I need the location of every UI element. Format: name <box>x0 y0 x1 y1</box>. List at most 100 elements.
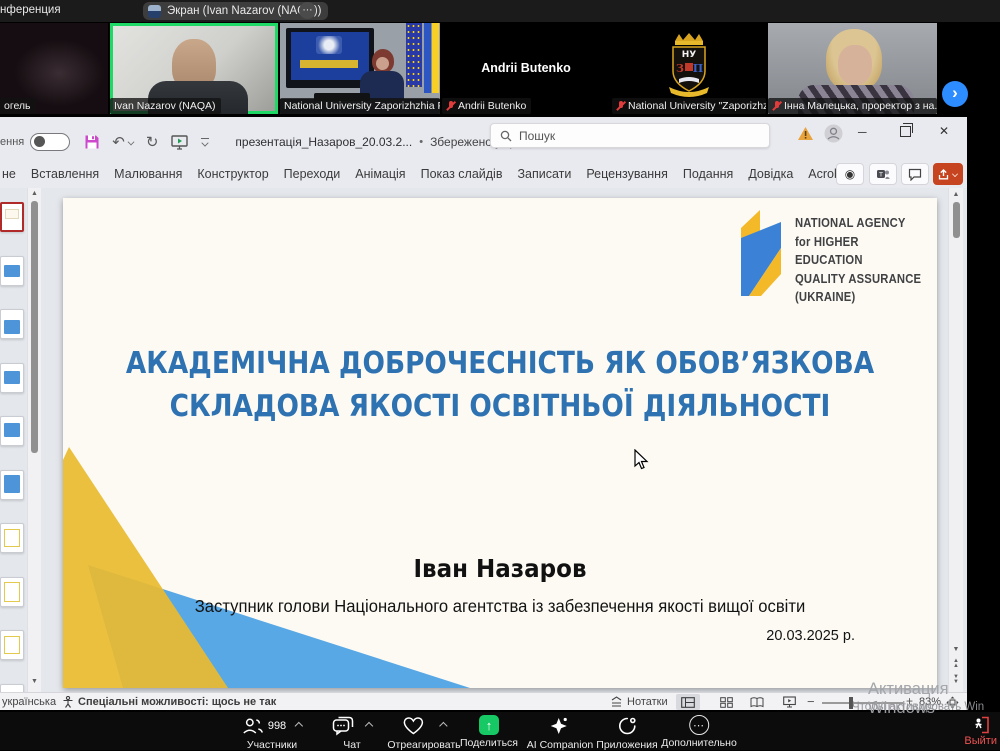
comments-button[interactable] <box>901 163 929 185</box>
teams-icon: T <box>876 168 890 181</box>
normal-view-icon <box>681 697 695 708</box>
account-icon[interactable] <box>824 124 843 143</box>
slide-thumbnail[interactable] <box>0 309 24 339</box>
normal-view-button[interactable] <box>676 694 700 710</box>
slide-thumbnail[interactable] <box>0 470 24 500</box>
thumbnails-scrollbar[interactable]: ▲ ▼ <box>27 188 41 692</box>
slide-sorter-view-button[interactable] <box>714 694 738 710</box>
undo-dropdown-icon[interactable] <box>127 139 134 146</box>
tab-more-icon[interactable]: ⋯ <box>299 2 316 19</box>
heart-icon <box>402 716 424 736</box>
participant-name-label: огель <box>0 98 36 114</box>
tab-view[interactable]: Подання <box>683 167 733 181</box>
tab-review[interactable]: Рецензування <box>586 167 667 181</box>
tab-home[interactable]: не <box>2 167 16 181</box>
video-tile-university-room[interactable]: National University Zaporizhzhia Po... <box>280 23 440 114</box>
video-tile-1[interactable]: огель <box>0 23 108 114</box>
search-icon <box>500 130 512 142</box>
slideshow-view-button[interactable] <box>777 694 801 710</box>
participants-button[interactable]: 998 Участники <box>242 715 302 751</box>
tab-draw[interactable]: Малювання <box>114 167 182 181</box>
slide-thumbnail-selected[interactable] <box>0 202 24 232</box>
slide-sorter-icon <box>720 697 733 708</box>
react-button[interactable]: Отреагировать <box>387 715 460 751</box>
autosave-toggle[interactable] <box>30 133 70 151</box>
scroll-down-icon[interactable]: ▼ <box>28 678 41 685</box>
search-input[interactable]: Пошук <box>490 123 770 148</box>
slide-thumbnail[interactable] <box>0 523 24 553</box>
slide-subtitle[interactable]: Заступник голови Національного агентства… <box>85 596 915 617</box>
chat-button[interactable]: Чат <box>332 715 372 751</box>
video-tile-inna-maletska[interactable]: Інна Малецька, проректор з на... <box>768 23 937 114</box>
teams-button[interactable]: T <box>869 163 897 185</box>
slide-thumbnail[interactable] <box>0 630 24 660</box>
minimize-button[interactable]: ─ <box>858 125 867 139</box>
naqa-logo-icon <box>739 208 783 300</box>
react-menu-icon[interactable] <box>439 722 447 730</box>
tab-transitions[interactable]: Переходи <box>284 167 341 181</box>
participant-name-label: National University "Zaporizhzhi... <box>628 100 766 112</box>
exit-meeting-button[interactable]: Выйти <box>964 716 997 747</box>
title-separator: • <box>419 136 423 148</box>
accessibility-status[interactable]: Спеціальні можливості: щось не так <box>78 696 276 708</box>
reading-view-button[interactable] <box>745 694 769 710</box>
quick-access-toolbar: ення ↶ ↻ презентація_Назаров_20.03.2... … <box>0 130 555 154</box>
slide-thumbnail[interactable] <box>0 416 24 446</box>
slide-thumbnail[interactable] <box>0 363 24 393</box>
scrollbar-thumb[interactable] <box>31 201 38 453</box>
save-icon[interactable] <box>84 134 100 150</box>
naqa-logo-text: NATIONAL AGENCY for HIGHER EDUCATION QUA… <box>795 214 923 307</box>
video-tile-andrii-butenko[interactable]: Andrii Butenko Andrii Butenko <box>442 23 610 114</box>
tab-insert[interactable]: Вставлення <box>31 167 99 181</box>
start-slideshow-icon[interactable] <box>171 135 188 150</box>
notes-button[interactable]: Нотатки <box>627 696 668 708</box>
powerpoint-window: ення ↶ ↻ презентація_Назаров_20.03.2... … <box>0 117 967 710</box>
participant-name-label: Ivan Nazarov (NAQA) <box>110 98 221 114</box>
slide-date[interactable]: 20.03.2025 р. <box>766 628 855 644</box>
slide-thumbnail[interactable] <box>0 256 24 286</box>
slide-canvas[interactable]: NATIONAL AGENCY for HIGHER EDUCATION QUA… <box>63 198 937 688</box>
slide-scrollbar[interactable]: ▲ ▼ ▲▲ ▼▼ <box>948 188 963 692</box>
svg-text:НУ: НУ <box>682 50 697 60</box>
chat-menu-icon[interactable] <box>365 722 373 730</box>
next-participants-button[interactable]: › <box>942 81 968 107</box>
apps-button[interactable]: Приложения <box>596 715 657 751</box>
share-screen-button[interactable]: ↑ Поделиться <box>460 715 518 749</box>
record-button[interactable]: ◉ <box>836 163 864 185</box>
slide-title-line1[interactable]: АКАДЕМІЧНА ДОБРОЧЕСНІСТЬ ЯК ОБОВ’ЯЗКОВА <box>115 346 884 381</box>
participant-name-label: National University Zaporizhzhia Po... <box>280 98 440 114</box>
slide-thumbnail[interactable] <box>0 577 24 607</box>
exit-icon <box>972 716 990 734</box>
slide-thumbnail[interactable] <box>0 684 24 692</box>
scrollbar-thumb[interactable] <box>953 202 960 238</box>
tab-help[interactable]: Довідка <box>748 167 793 181</box>
customize-qat-icon[interactable] <box>201 138 209 146</box>
slide-title-line2[interactable]: СКЛАДОВА ЯКОСТІ ОСВІТНЬОЇ ДІЯЛЬНОСТІ <box>115 389 884 424</box>
tab-slideshow[interactable]: Показ слайдів <box>421 167 503 181</box>
scroll-down-icon[interactable]: ▼ <box>949 646 963 653</box>
video-tile-ivan-nazarov[interactable]: Ivan Nazarov (NAQA) <box>110 23 278 114</box>
participant-name-label: Інна Малецька, проректор з на... <box>784 100 937 112</box>
comment-icon <box>908 168 922 181</box>
tab-design[interactable]: Конструктор <box>197 167 268 181</box>
redo-icon[interactable]: ↻ <box>146 133 159 151</box>
tab-record[interactable]: Записати <box>517 167 571 181</box>
svg-text:T: T <box>878 170 883 178</box>
zoom-out-button[interactable]: − <box>807 694 815 709</box>
chat-icon <box>332 716 354 736</box>
slideshow-icon <box>783 696 796 708</box>
warning-icon[interactable] <box>797 126 814 141</box>
previous-slide-button[interactable]: ▲▲ <box>949 659 963 668</box>
video-tile-university-crest[interactable]: НУ З П National University "Zaporizhzhi.… <box>612 23 766 114</box>
ai-companion-button[interactable]: AI Companion <box>527 715 594 751</box>
more-button[interactable]: ⋯ Дополнительно <box>661 715 737 749</box>
tab-animations[interactable]: Анімація <box>355 167 405 181</box>
language-indicator[interactable]: українська <box>2 696 56 708</box>
scroll-up-icon[interactable]: ▲ <box>28 190 41 197</box>
undo-icon[interactable]: ↶ <box>112 133 125 151</box>
scroll-up-icon[interactable]: ▲ <box>949 191 963 198</box>
slide-author[interactable]: Іван Назаров <box>98 554 902 583</box>
participants-menu-icon[interactable] <box>295 722 303 730</box>
close-button[interactable]: ✕ <box>939 124 949 138</box>
share-button[interactable] <box>933 163 963 185</box>
